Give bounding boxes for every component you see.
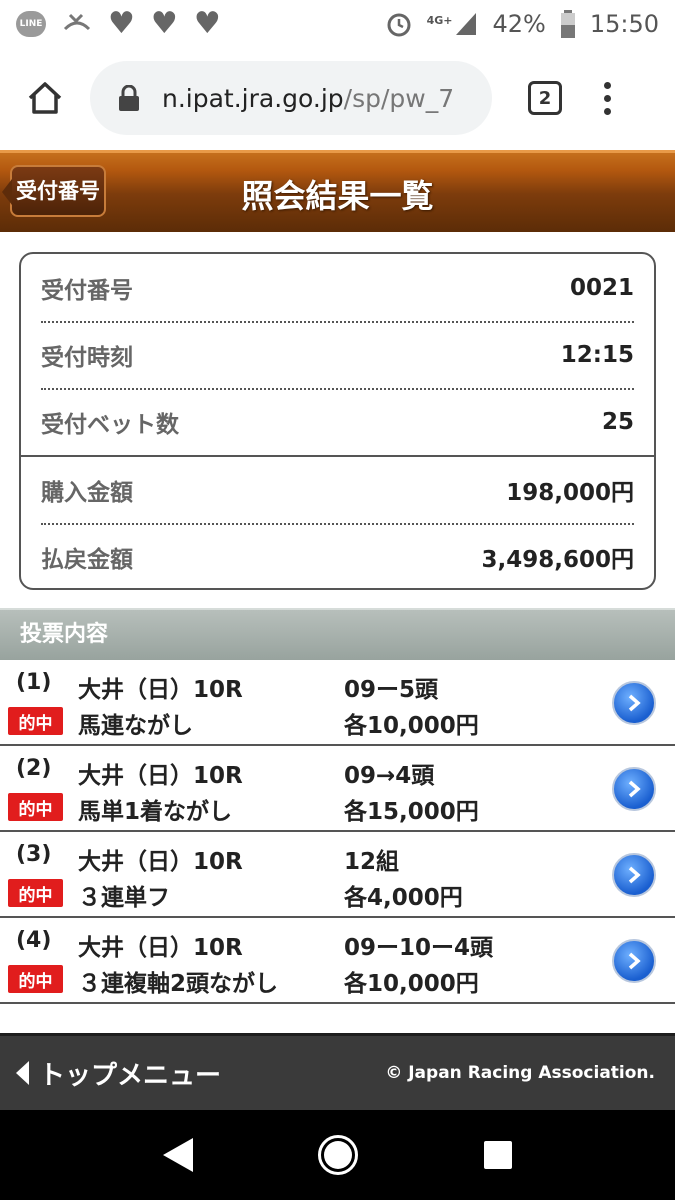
alarm-icon <box>387 13 411 37</box>
chevron-right-icon <box>628 780 641 798</box>
bet-amount: 各15,000円 <box>344 799 479 825</box>
bet-race: 大井（日）10R <box>78 763 243 789</box>
bet-number: (3) <box>16 842 52 867</box>
clock: 15:50 <box>589 10 659 38</box>
line-app-icon: LINE <box>16 11 46 37</box>
heart-icon: ♥ <box>193 6 221 41</box>
bet-type: 馬単1着ながし <box>78 799 233 825</box>
hit-badge: 的中 <box>8 965 63 993</box>
bet-combination: 12組 <box>344 849 400 875</box>
heart-icon: ♥ <box>150 6 178 41</box>
menu-dot <box>603 81 611 89</box>
detail-button[interactable] <box>612 853 656 897</box>
bet-amount: 各10,000円 <box>344 713 479 739</box>
home-circle-icon <box>324 1141 353 1169</box>
browser-menu-button[interactable] <box>602 81 612 115</box>
hit-badge: 的中 <box>8 707 63 735</box>
heart-icon: ♥ <box>108 6 135 41</box>
info-label: 払戻金額 <box>41 546 133 573</box>
notification-icons: LINE ♥ ♥ ♥ <box>16 9 221 39</box>
hit-badge: 的中 <box>8 879 63 907</box>
copyright: © Japan Racing Association. <box>385 1063 655 1083</box>
bet-amount: 各4,000円 <box>344 885 463 911</box>
footer: トップメニュー © Japan Racing Association. <box>0 1033 675 1110</box>
info-value: 0021 <box>569 274 634 301</box>
bet-type: ３連単フ <box>78 885 170 911</box>
battery-icon <box>560 10 575 38</box>
info-value: 3,498,600円 <box>481 546 635 573</box>
nav-home-button[interactable] <box>318 1135 359 1175</box>
bet-number: (4) <box>16 928 52 953</box>
chevron-right-icon <box>628 694 641 712</box>
bet-race: 大井（日）10R <box>78 849 243 875</box>
caret-left-icon <box>16 1061 29 1085</box>
battery-percent: 42% <box>492 10 546 38</box>
top-menu-label: トップメニュー <box>39 1060 222 1091</box>
bet-row[interactable]: (2) 的中 大井（日）10R 馬単1着ながし 09→4頭 各15,000円 <box>0 746 675 832</box>
chevron-right-icon <box>628 952 641 970</box>
info-label: 受付番号 <box>41 277 133 304</box>
system-icons: 4G+ 42% 15:50 <box>385 10 659 38</box>
tab-switcher-button[interactable]: 2 <box>528 81 562 115</box>
info-value: 198,000円 <box>506 479 634 506</box>
system-nav-bar <box>0 1110 675 1200</box>
bet-combination: 09ー10ー4頭 <box>344 935 494 961</box>
info-row-receipt-number: 受付番号 0021 <box>41 254 634 321</box>
detail-button[interactable] <box>612 939 656 983</box>
bet-race: 大井（日）10R <box>78 935 243 961</box>
info-label: 受付ベット数 <box>41 411 179 438</box>
menu-dot <box>603 94 611 102</box>
url-host: n.ipat.jra.go.jp <box>162 83 344 113</box>
url-text: n.ipat.jra.go.jp/sp/pw_7 <box>162 84 454 113</box>
info-label: 受付時刻 <box>41 344 133 371</box>
bet-number: (1) <box>16 670 52 695</box>
menu-dot <box>603 107 611 115</box>
browser-toolbar: n.ipat.jra.go.jp/sp/pw_7 2 <box>0 48 675 148</box>
status-bar: LINE ♥ ♥ ♥ 4G+ 42% 15:50 <box>0 0 675 48</box>
url-path: /sp/pw_7 <box>343 83 455 113</box>
info-value: 25 <box>601 408 634 435</box>
nav-back-button[interactable] <box>162 1138 193 1172</box>
bet-number: (2) <box>16 756 52 781</box>
info-row-bet-count: 受付ベット数 25 <box>41 388 634 455</box>
chevron-right-icon <box>628 866 641 884</box>
info-row-receipt-time: 受付時刻 12:15 <box>41 321 634 388</box>
bet-combination: 09ー5頭 <box>344 677 439 703</box>
detail-button[interactable] <box>612 681 656 725</box>
network-type: 4G+ <box>426 14 453 27</box>
info-row-payout-amount: 払戻金額 3,498,600円 <box>41 523 634 590</box>
page-header: 受付番号 照会結果一覧 <box>0 150 675 232</box>
signal-icon <box>456 13 477 35</box>
hit-badge: 的中 <box>8 793 63 821</box>
info-row-purchase-amount: 購入金額 198,000円 <box>41 456 634 523</box>
missed-call-icon <box>63 13 91 31</box>
section-header: 投票内容 <box>0 608 675 660</box>
nav-recent-apps-button[interactable] <box>484 1141 513 1169</box>
bet-amount: 各10,000円 <box>344 971 479 997</box>
bet-combination: 09→4頭 <box>344 763 435 789</box>
info-label: 購入金額 <box>41 479 133 506</box>
summary-box: 受付番号 0021 受付時刻 12:15 受付ベット数 25 購入金額 198,… <box>19 252 656 590</box>
home-icon <box>28 82 62 114</box>
bet-row[interactable]: (3) 的中 大井（日）10R ３連単フ 12組 各4,000円 <box>0 832 675 918</box>
page-title: 照会結果一覧 <box>241 177 434 215</box>
home-button[interactable] <box>0 48 90 148</box>
bet-race: 大井（日）10R <box>78 677 243 703</box>
line-icon-label: LINE <box>19 19 43 29</box>
top-menu-link[interactable]: トップメニュー <box>16 1055 221 1092</box>
lock-icon <box>119 85 139 111</box>
bet-row[interactable]: (1) 的中 大井（日）10R 馬連ながし 09ー5頭 各10,000円 <box>0 660 675 746</box>
info-value: 12:15 <box>560 341 634 368</box>
bet-type: ３連複軸2頭ながし <box>78 971 279 997</box>
bet-type: 馬連ながし <box>78 713 193 739</box>
url-bar[interactable]: n.ipat.jra.go.jp/sp/pw_7 <box>90 61 492 135</box>
bet-row[interactable]: (4) 的中 大井（日）10R ３連複軸2頭ながし 09ー10ー4頭 各10,0… <box>0 918 675 1004</box>
detail-button[interactable] <box>612 767 656 811</box>
